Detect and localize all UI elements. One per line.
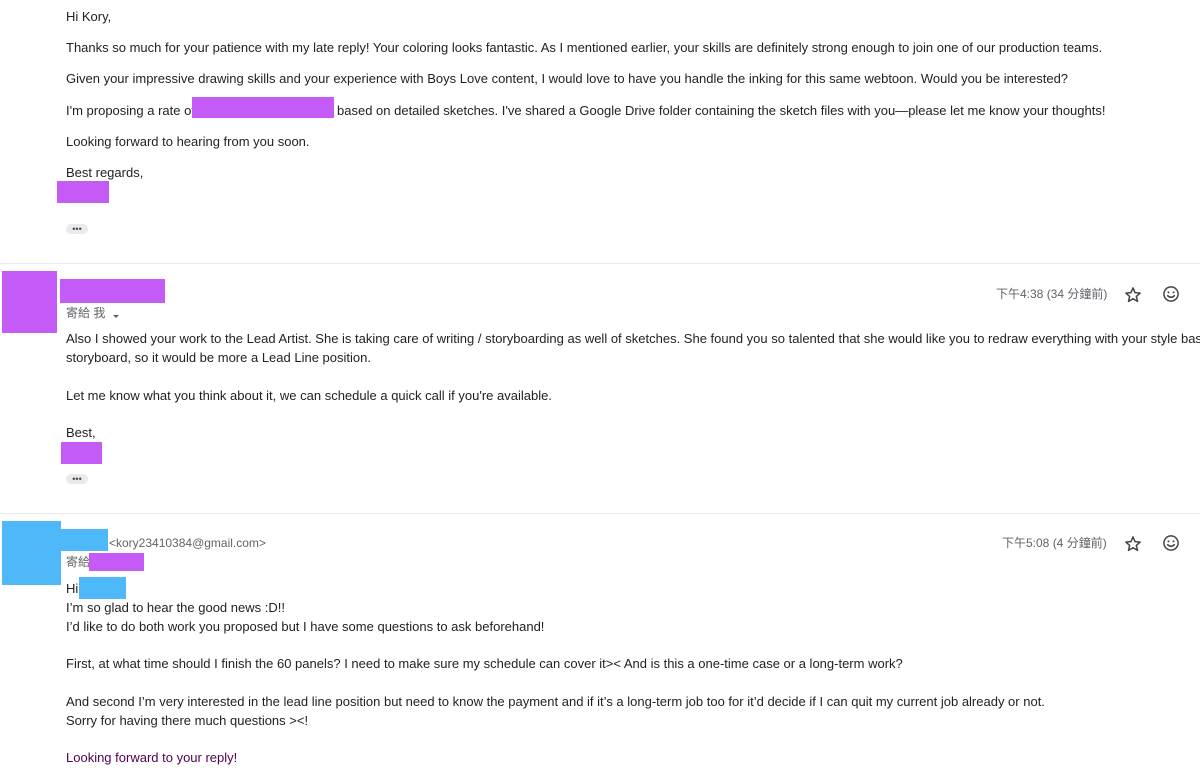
- star-icon[interactable]: [1123, 534, 1143, 554]
- chevron-down-icon[interactable]: [111, 309, 121, 319]
- message-1-greeting: Hi Kory,: [66, 9, 112, 24]
- recipient-line[interactable]: 寄給 我: [66, 305, 121, 321]
- recipient-label: 寄給 我: [66, 306, 106, 320]
- message-divider: [0, 513, 1200, 514]
- sender-email: <kory23410384@gmail.com>: [109, 536, 266, 550]
- avatar[interactable]: [2, 521, 61, 585]
- message-3-line-2: I’d like to do both work you proposed bu…: [66, 619, 545, 634]
- emoji-react-icon[interactable]: [1161, 533, 1181, 553]
- message-3-line-5: Sorry for having there much questions ><…: [66, 713, 309, 728]
- redacted-recipient-name: [89, 553, 144, 571]
- message-3-line-4: And second I’m very interested in the le…: [66, 694, 1045, 709]
- message-divider: [0, 263, 1200, 264]
- message-1-paragraph-3: I'm proposing a rate of: [66, 103, 195, 119]
- message-3-closing: Looking forward to your reply!: [66, 750, 238, 765]
- message-2-signoff: Best,: [66, 425, 96, 440]
- redacted-rate: [192, 97, 334, 118]
- show-trimmed-content-button[interactable]: •••: [66, 224, 88, 234]
- redacted-sender-name: [61, 442, 102, 464]
- timestamp: 下午4:38 (34 分鐘前): [996, 287, 1108, 301]
- show-trimmed-content-button[interactable]: •••: [66, 474, 88, 484]
- redacted-sender-name: [57, 181, 109, 203]
- message-3-line-3: First, at what time should I finish the …: [66, 656, 903, 671]
- message-3-line-1: I’m so glad to hear the good news :D!!: [66, 600, 285, 615]
- message-2-body-line-2: storyboard, so it would be more a Lead L…: [66, 350, 371, 365]
- message-1-signoff: Best regards,: [66, 165, 144, 180]
- redacted-sender-name[interactable]: [60, 279, 165, 303]
- emoji-react-icon[interactable]: [1161, 284, 1181, 304]
- timestamp: 下午5:08 (4 分鐘前): [1002, 536, 1107, 550]
- message-2-body-line-3: Let me know what you think about it, we …: [66, 388, 552, 403]
- message-2-body-line-1: Also I showed your work to the Lead Arti…: [66, 331, 1200, 346]
- message-1-paragraph-2: Given your impressive drawing skills and…: [66, 71, 1069, 86]
- message-1-paragraph-1: Thanks so much for your patience with my…: [66, 40, 1103, 55]
- rate-prefix: I'm proposing a rate of: [66, 103, 195, 118]
- avatar[interactable]: [2, 271, 57, 333]
- rate-suffix: based on detailed sketches. I've shared …: [337, 103, 1106, 118]
- message-1-paragraph-4: Looking forward to hearing from you soon…: [66, 134, 310, 149]
- redacted-sender-name[interactable]: [58, 529, 108, 551]
- redacted-recipient-name: [79, 577, 126, 599]
- recipient-label[interactable]: 寄給: [66, 554, 90, 570]
- star-icon[interactable]: [1123, 285, 1143, 305]
